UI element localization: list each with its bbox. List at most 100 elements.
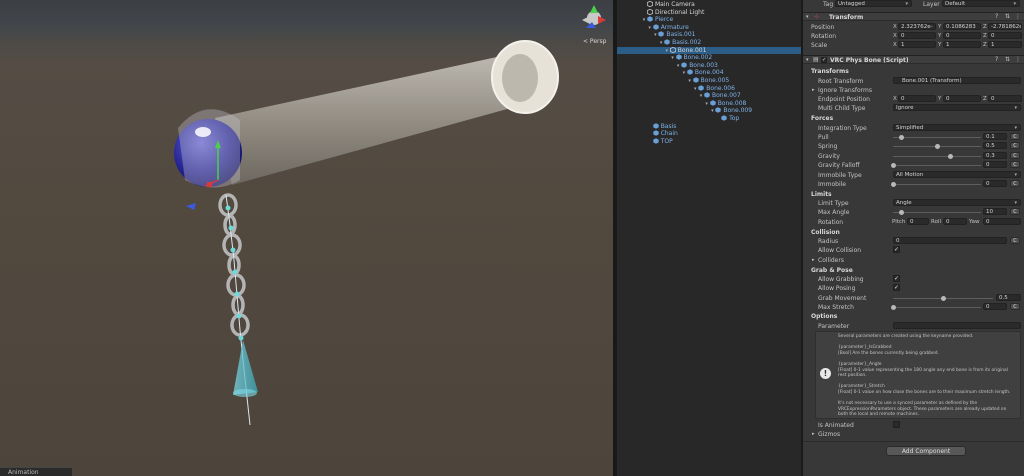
position-z-field[interactable]: -2.781862e- <box>988 23 1022 30</box>
pull-curve-button[interactable]: C <box>1010 133 1020 140</box>
scene-view[interactable]: < Persp Animation <box>0 0 613 476</box>
gravity-slider-track[interactable] <box>893 156 981 157</box>
persp-label[interactable]: < Persp <box>583 38 606 45</box>
hierarchy-item[interactable]: Top <box>617 115 801 123</box>
hierarchy-item[interactable]: ▾ Bone.009 <box>617 107 801 115</box>
rotation-y-field[interactable]: 0 <box>943 32 981 39</box>
integration-dropdown[interactable]: Simplified <box>893 124 1021 131</box>
pitch-field[interactable]: 0 <box>907 218 929 225</box>
scale-y-field[interactable]: 1 <box>943 41 981 48</box>
colliders-row[interactable]: ▸ Colliders <box>803 256 1024 265</box>
is-animated-checkbox[interactable] <box>893 421 900 428</box>
grab-movement-slider-knob[interactable] <box>940 296 946 301</box>
max-stretch-curve-button[interactable]: C <box>1010 303 1020 310</box>
yaw-field[interactable]: 0 <box>983 218 1021 225</box>
foldout-arrow-icon[interactable]: ▸ <box>812 87 815 93</box>
transform-header[interactable]: ▾ ⊹ Transform ? ⇅ ⋮ <box>803 12 1024 21</box>
immobile-slider-knob[interactable] <box>890 182 896 187</box>
allow-grabbing-checkbox[interactable]: ✓ <box>893 275 900 282</box>
help-icon[interactable]: ? <box>995 13 998 20</box>
gravity-falloff-curve-button[interactable]: C <box>1010 161 1020 168</box>
spring-curve-button[interactable]: C <box>1010 142 1020 149</box>
presets-icon[interactable]: ⇅ <box>1005 56 1010 63</box>
foldout-arrow-icon[interactable]: ▸ <box>812 257 815 263</box>
max-stretch-field[interactable]: 0 <box>983 303 1007 310</box>
allow-posing-checkbox[interactable]: ✓ <box>893 284 900 291</box>
max-angle-curve-button[interactable]: C <box>1010 208 1020 215</box>
max-angle-slider-track[interactable] <box>893 212 981 213</box>
gizmos-row[interactable]: ▸ Gizmos <box>803 430 1024 439</box>
foldout-arrow-icon[interactable]: ▾ <box>806 57 809 63</box>
position-x-field[interactable]: 2.323762e- <box>898 23 936 30</box>
presets-icon[interactable]: ⇅ <box>1005 13 1010 20</box>
limit-type-dropdown[interactable]: Angle <box>893 199 1021 206</box>
gravity-slider-knob[interactable] <box>947 154 953 159</box>
max-stretch-slider-track[interactable] <box>893 307 981 308</box>
hierarchy-item[interactable]: Main Camera <box>617 0 801 9</box>
layer-dropdown[interactable]: Default <box>942 0 1020 7</box>
hierarchy-item[interactable]: ▾ Bone.002 <box>617 54 801 62</box>
multi-child-dropdown[interactable]: Ignore <box>893 104 1021 111</box>
animation-tab[interactable]: Animation <box>0 467 72 476</box>
position-y-field[interactable]: 0.1086283 <box>943 23 981 30</box>
pull-slider-knob[interactable] <box>899 135 905 140</box>
immobile-curve-button[interactable]: C <box>1010 180 1020 187</box>
radius-field[interactable]: 0 <box>893 237 1007 244</box>
hierarchy-item[interactable]: Directional Light <box>617 8 801 17</box>
gravity-curve-button[interactable]: C <box>1010 152 1020 159</box>
max-angle-field[interactable]: 10 <box>983 208 1007 215</box>
hierarchy-item[interactable]: ▾ Pierce <box>617 16 801 24</box>
max-angle-slider-knob[interactable] <box>899 210 905 215</box>
physbone-header[interactable]: ▾ ▤ ✓ VRC Phys Bone (Script) ? ⇅ ⋮ <box>803 55 1024 64</box>
help-icon[interactable]: ? <box>995 56 998 63</box>
gravity-falloff-slider-knob[interactable] <box>890 163 896 168</box>
gravity-field[interactable]: 0.3 <box>983 152 1007 159</box>
immobile-field[interactable]: 0 <box>983 180 1007 187</box>
parameter-field[interactable] <box>893 322 1021 329</box>
rotation-z-field[interactable]: 0 <box>988 32 1022 39</box>
endpoint-x-field[interactable]: 0 <box>898 95 936 102</box>
foldout-arrow-icon[interactable]: ▾ <box>806 14 809 20</box>
spring-slider-knob[interactable] <box>934 144 940 149</box>
hierarchy-item[interactable]: ▾ Bone.005 <box>617 77 801 85</box>
hierarchy-item[interactable]: Chain <box>617 130 801 138</box>
hierarchy-item[interactable]: ▾ Bone.001 <box>617 46 801 55</box>
scale-z-field[interactable]: 1 <box>988 41 1022 48</box>
hierarchy-item[interactable]: ▾ Bone.006 <box>617 85 801 93</box>
foldout-arrow-icon[interactable]: ▸ <box>812 431 815 437</box>
endpoint-z-field[interactable]: 0 <box>988 95 1022 102</box>
hierarchy-item[interactable]: TOP <box>617 138 801 146</box>
hierarchy-item[interactable]: ▾ Basis.001 <box>617 31 801 39</box>
hierarchy-item[interactable]: Basis <box>617 123 801 131</box>
gizmos-label[interactable]: Gizmos <box>818 431 840 438</box>
colliders-label[interactable]: Colliders <box>818 257 844 264</box>
more-icon[interactable]: ⋮ <box>1015 13 1021 20</box>
spring-field[interactable]: 0.5 <box>983 142 1007 149</box>
ignore-transforms-label[interactable]: Ignore Transforms <box>818 87 872 94</box>
root-transform-field[interactable]: Bone.001 (Transform) <box>893 77 1021 84</box>
gravity-falloff-field[interactable]: 0 <box>983 161 1007 168</box>
hierarchy-item[interactable]: ▾ Bone.003 <box>617 62 801 70</box>
hierarchy-item[interactable]: ▾ Basis.002 <box>617 39 801 47</box>
immobile-slider-track[interactable] <box>893 184 981 185</box>
more-icon[interactable]: ⋮ <box>1015 56 1021 63</box>
scale-x-field[interactable]: 1 <box>898 41 936 48</box>
scene-canvas[interactable] <box>0 0 613 476</box>
pull-slider-track[interactable] <box>893 137 981 138</box>
hierarchy-item[interactable]: ▾ Armature <box>617 24 801 32</box>
rotation-x-field[interactable]: 0 <box>898 32 936 39</box>
tag-dropdown[interactable]: Untagged <box>835 0 912 7</box>
grab-movement-field[interactable]: 0.5 <box>996 294 1021 301</box>
pull-field[interactable]: 0.1 <box>983 133 1007 140</box>
ignore-transforms-row[interactable]: ▸ Ignore Transforms <box>803 86 1024 95</box>
immobile-type-dropdown[interactable]: All Motion <box>893 171 1021 178</box>
add-component-button[interactable]: Add Component <box>886 446 966 456</box>
enabled-checkbox[interactable]: ✓ <box>821 57 827 63</box>
max-stretch-slider-knob[interactable] <box>890 305 896 310</box>
endpoint-y-field[interactable]: 0 <box>943 95 981 102</box>
roll-field[interactable]: 0 <box>943 218 967 225</box>
hierarchy-item[interactable]: ▾ Bone.007 <box>617 92 801 100</box>
allow-collision-checkbox[interactable]: ✓ <box>893 246 900 253</box>
radius-curve-button[interactable]: C <box>1010 237 1020 244</box>
hierarchy-item[interactable]: ▾ Bone.004 <box>617 69 801 77</box>
